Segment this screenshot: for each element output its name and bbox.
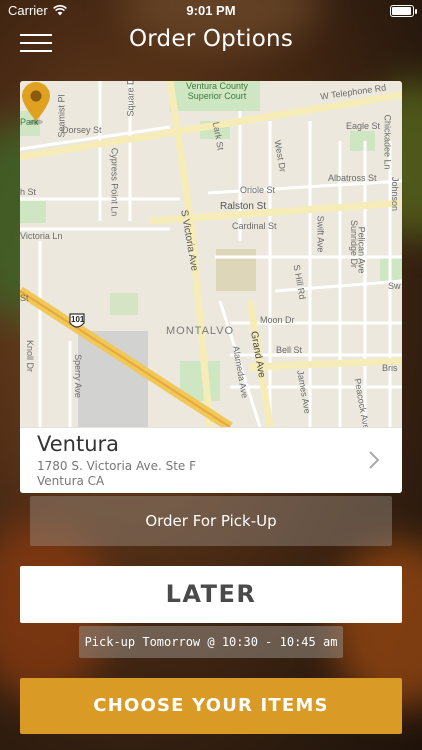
location-pin-icon[interactable] <box>20 81 52 125</box>
chevron-right-icon <box>369 451 380 469</box>
battery-level <box>392 7 411 15</box>
pickup-time-badge[interactable]: Pick-up Tomorrow @ 10:30 - 10:45 am <box>79 626 343 658</box>
navigation-bar: Order Options <box>0 22 422 62</box>
status-bar: Carrier 9:01 PM <box>0 0 422 22</box>
map-label-court: Ventura County Superior Court <box>185 81 249 101</box>
map-label-albatross: Albatross St <box>328 173 377 183</box>
map-label-bell: Bell St <box>276 345 303 355</box>
map-label-hwy101: 101 <box>71 315 85 324</box>
store-name: Ventura <box>37 432 120 456</box>
map-label-cardinal: Cardinal St <box>232 221 277 231</box>
map-label-hst: h St <box>20 187 37 197</box>
order-pickup-button[interactable]: Order For Pick-Up <box>30 496 392 546</box>
map-label-sw: Sw <box>388 281 401 291</box>
map-label-sperry: Sperry Ave <box>72 354 83 398</box>
map-label-montalvo: MONTALVO <box>166 325 235 337</box>
map-label-johnson: Johnson <box>390 176 401 212</box>
map-label-eagle: Eagle St <box>346 121 381 131</box>
status-time: 9:01 PM <box>186 3 236 18</box>
page-title: Order Options <box>128 26 293 52</box>
map-label-ralston: Ralston St <box>220 201 267 212</box>
map-label-bris: Bris <box>382 363 398 373</box>
store-location-row[interactable]: Ventura 1780 S. Victoria Ave. Ste F Vent… <box>20 427 402 493</box>
map-label-swift: Swift Ave <box>315 215 326 253</box>
map-label-chickadee: Chickadee Ln <box>382 114 393 170</box>
map-label-square: Square Dr <box>125 81 136 117</box>
map-label-pelican: Pelican Ave <box>356 226 367 274</box>
store-address-line2: Ventura CA <box>37 474 105 488</box>
map-label-st: St <box>20 293 29 303</box>
map-label-oriole: Oriole St <box>240 185 276 195</box>
store-map[interactable]: Ventura County Superior Court W Telephon… <box>20 81 402 427</box>
later-button[interactable]: LATER <box>20 566 402 623</box>
store-address-line1: 1780 S. Victoria Ave. Ste F <box>37 459 196 473</box>
choose-items-button[interactable]: CHOOSE YOUR ITEMS <box>20 678 402 734</box>
map-label-dorsey: Dorsey St <box>62 125 102 135</box>
location-card: Ventura County Superior Court W Telephon… <box>20 81 402 493</box>
battery-icon <box>390 5 417 17</box>
map-label-moon: Moon Dr <box>260 315 295 325</box>
map-label-victoria-ln: Victoria Ln <box>20 231 63 241</box>
map-label-cypress: Cypress Point Ln <box>109 147 120 217</box>
map-label-knoll: Knoll Dr <box>25 339 36 373</box>
